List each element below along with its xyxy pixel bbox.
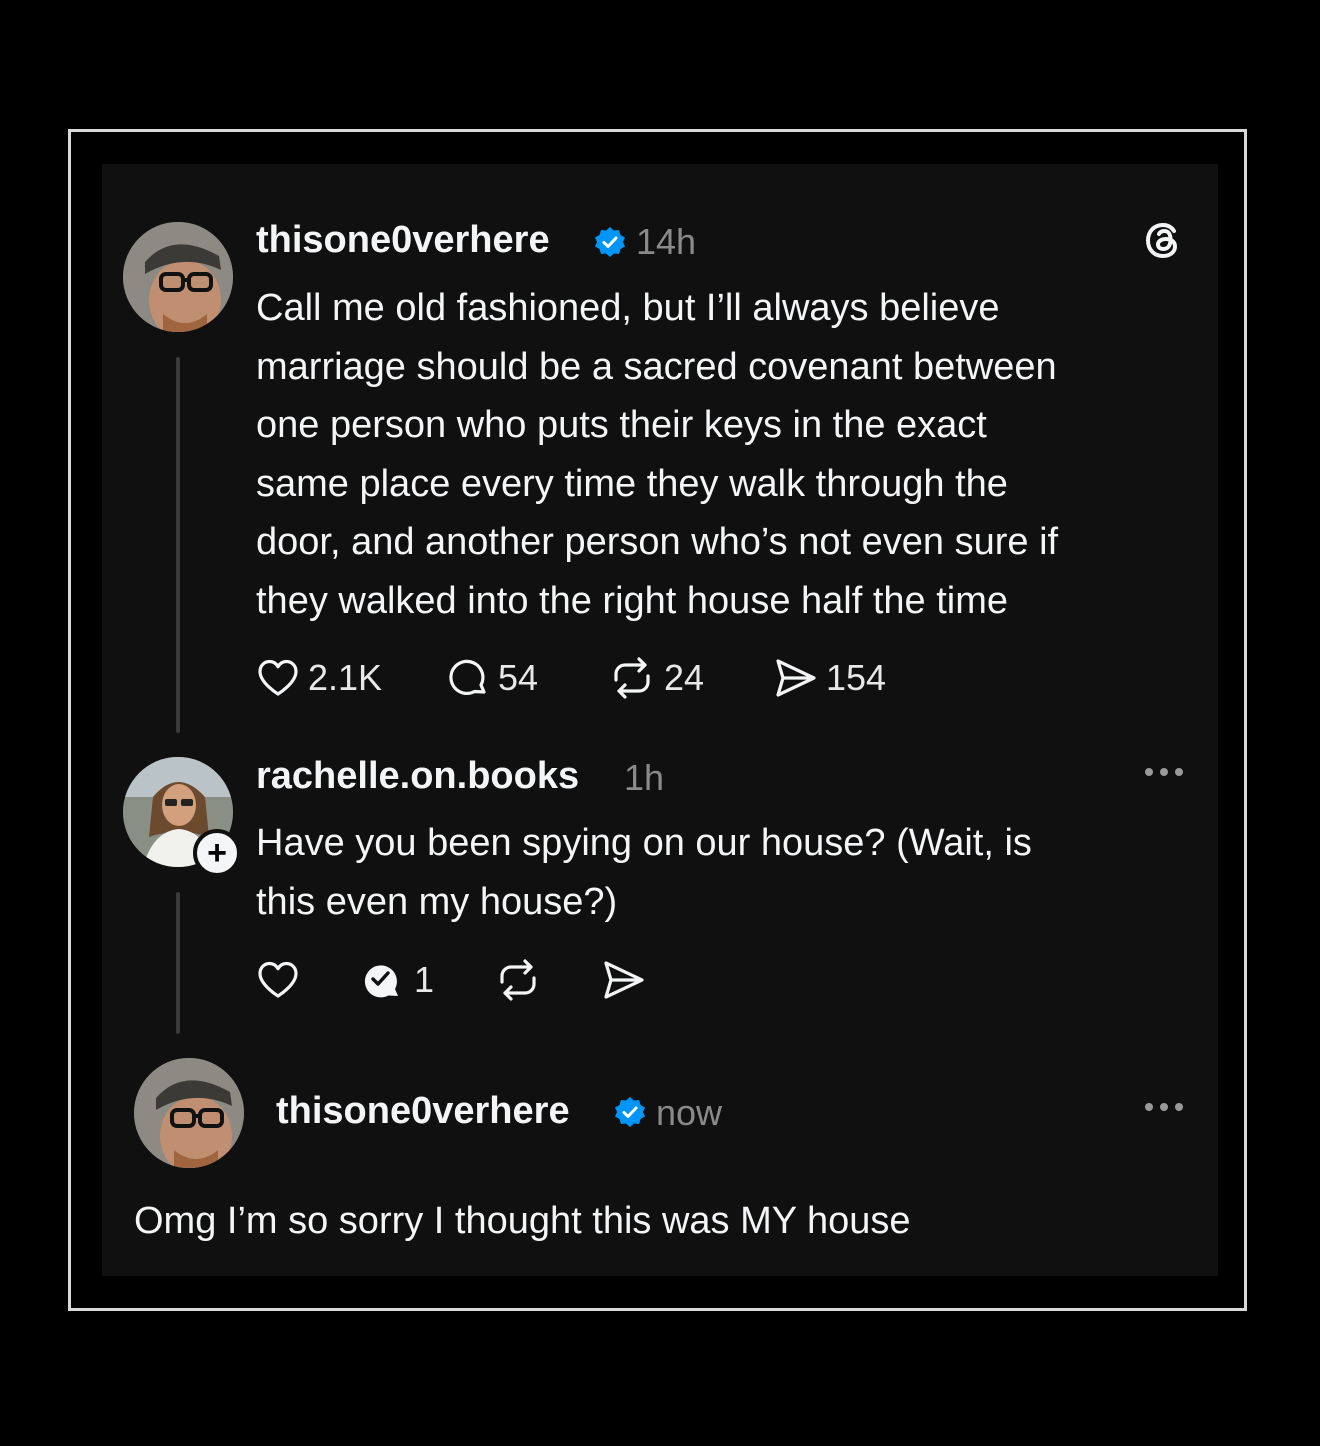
reply-time: 1h	[624, 757, 665, 798]
reply-text: Have you been spying on our house? (Wait…	[256, 822, 1032, 923]
share-button[interactable]: 154	[772, 656, 886, 700]
reply-count: 54	[498, 657, 539, 698]
heart-icon	[258, 659, 298, 696]
more-icon[interactable]	[1145, 768, 1183, 776]
repost-button[interactable]	[494, 958, 542, 1002]
response-time: now	[656, 1092, 723, 1133]
response-text: Omg I’m so sorry I thought this was MY h…	[134, 1200, 911, 1242]
reply-author-handle[interactable]: rachelle.on.books	[256, 755, 579, 798]
like-button[interactable]: 2.1K	[256, 656, 382, 700]
repost-count: 24	[664, 657, 705, 698]
repost-button[interactable]: 24	[608, 656, 704, 700]
verified-icon	[615, 1097, 645, 1127]
share-button[interactable]	[600, 958, 646, 1002]
share-icon	[776, 659, 816, 697]
reply-button[interactable]: 54	[446, 656, 538, 700]
repost-icon	[614, 657, 650, 699]
avatar[interactable]	[134, 1058, 244, 1168]
heart-icon	[258, 961, 298, 998]
thread-line	[176, 357, 180, 733]
post-author-handle[interactable]: thisone0verhere	[256, 219, 550, 262]
post-text: Call me old fashioned, but I’ll always b…	[256, 287, 1059, 622]
verified-icon	[595, 227, 625, 257]
repost-icon	[500, 959, 536, 1001]
post-time: 14h	[636, 221, 697, 262]
share-count: 154	[826, 657, 887, 698]
like-count: 2.1K	[308, 657, 383, 698]
more-icon[interactable]	[1145, 1103, 1183, 1111]
response-author-handle[interactable]: thisone0verhere	[276, 1090, 570, 1133]
threads-logo-icon	[1145, 222, 1178, 259]
comment-icon	[364, 965, 398, 998]
comment-icon	[449, 659, 486, 695]
avatar[interactable]	[123, 222, 233, 332]
follow-plus-icon[interactable]: +	[193, 829, 241, 877]
share-icon	[604, 961, 644, 999]
reply-button[interactable]: 1	[360, 958, 434, 1002]
thread-line	[176, 892, 180, 1034]
reply-count: 1	[414, 959, 435, 1000]
like-button[interactable]	[256, 958, 300, 1002]
